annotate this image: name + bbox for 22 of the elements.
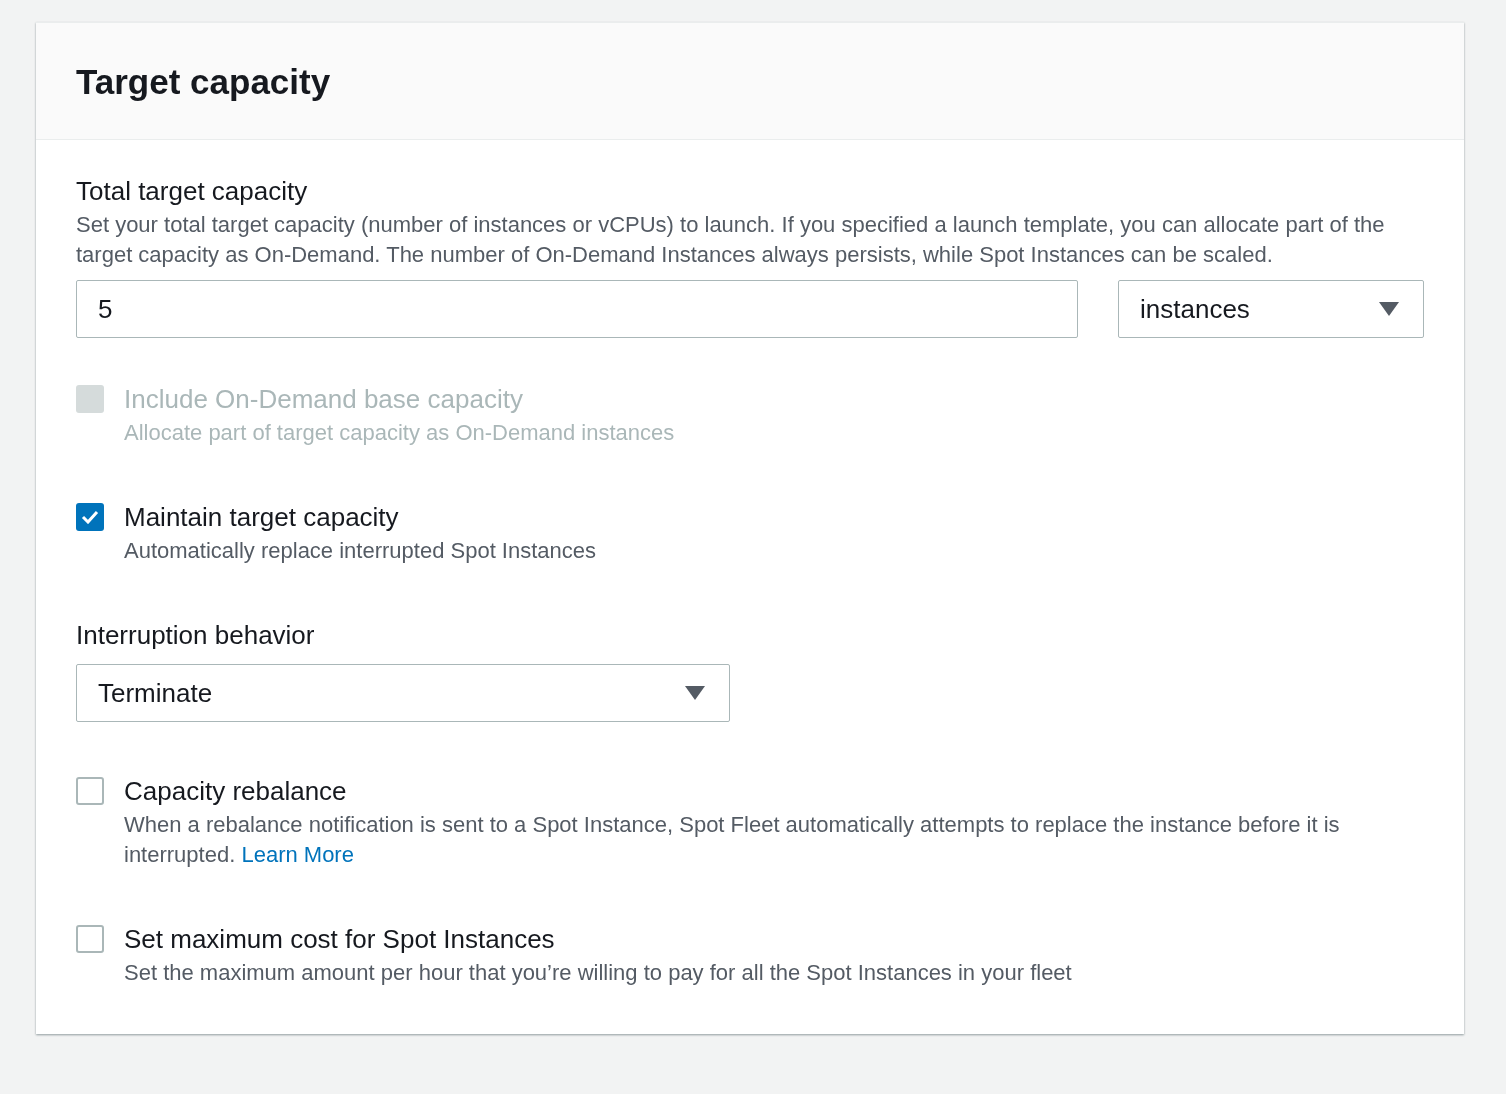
checkbox-label: Maintain target capacity [124, 502, 400, 532]
checkbox-description: Automatically replace interrupted Spot Instances [124, 537, 597, 565]
field-description: Set your total target capacity (number of instances or vCPUs) to launch. If you specified a launch template, you can allocate part of the target capacity as On-Demand. The number of On-Demand Instances always persists, while Spot Instances can be scaled. [76, 211, 1386, 269]
checkbox-description: Allocate part of target capacity as On-Demand instances [124, 419, 675, 447]
checkbox[interactable] [76, 777, 104, 805]
caret-down-icon [685, 686, 705, 700]
learn-more-link[interactable]: Learn More [241, 842, 354, 867]
checkbox-description: Set the maximum amount per hour that you’re willing to pay for all the Spot Instances in your fleet [124, 959, 1072, 987]
checkbox[interactable] [76, 503, 104, 531]
field-label: Interruption behavior [76, 620, 316, 650]
panel-title: Target capacity [76, 61, 332, 103]
checkbox-label: Set maximum cost for Spot Instances [124, 924, 556, 954]
caret-down-icon [1379, 302, 1399, 316]
checkbox[interactable] [76, 925, 104, 953]
unit-select[interactable]: instances [1118, 280, 1424, 338]
field-label: Total target capacity [76, 176, 309, 206]
checkbox-label: Include On-Demand base capacity [124, 384, 524, 414]
capacity-input[interactable]: 5 [76, 280, 1078, 338]
behavior-select[interactable]: Terminate [76, 664, 730, 722]
checkbox-label: Capacity rebalance [124, 776, 348, 806]
checkmark-icon [81, 510, 99, 524]
checkbox-description: When a rebalance notification is sent to a Spot Instance, Spot Fleet automatically attempts to replace the instance before it is interrupted. Learn More [124, 811, 1341, 869]
